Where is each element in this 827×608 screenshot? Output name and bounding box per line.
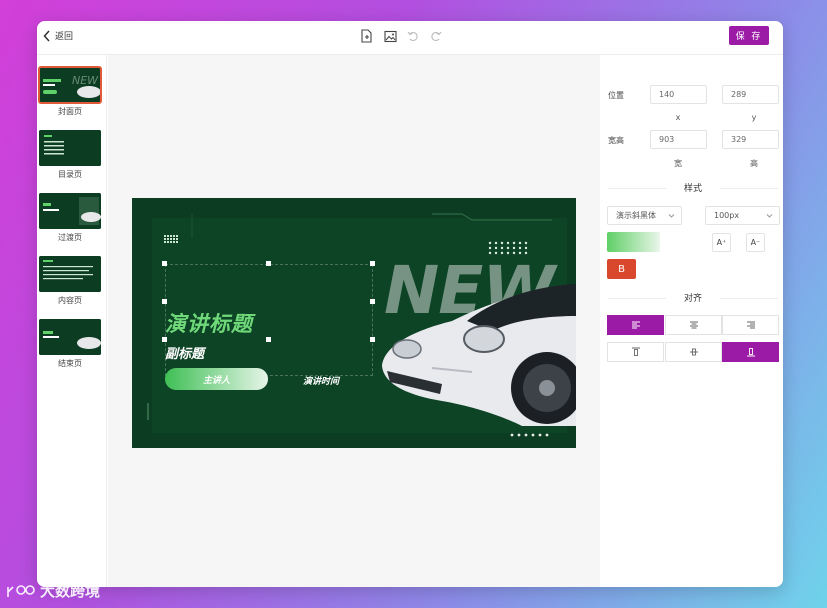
speech-time[interactable]: 演讲时间: [303, 374, 339, 387]
back-label: 返回: [55, 32, 74, 42]
font-increase-button[interactable]: A⁺: [712, 233, 731, 252]
align-left-button[interactable]: [607, 315, 664, 335]
speaker-pill[interactable]: 主讲人: [165, 368, 268, 390]
height-label: 高: [750, 159, 758, 168]
watermark-logo: 大数跨境: [6, 580, 100, 601]
font-decrease-button[interactable]: A⁻: [746, 233, 765, 252]
font-color-swatch[interactable]: [607, 232, 660, 252]
align-center-button[interactable]: [665, 315, 722, 335]
canvas-area[interactable]: NEW 演讲标题 副标题 主讲人 演讲时间: [108, 55, 600, 587]
dot-grid-icon: [164, 235, 178, 243]
font-size-value: 100px: [714, 211, 740, 220]
align-left-icon: [631, 321, 640, 329]
chevron-down-icon: [668, 214, 675, 218]
position-label: 位置: [608, 91, 624, 100]
slide-thumbnail-transition[interactable]: [39, 193, 101, 229]
slide-thumbnail-cover[interactable]: NEW: [38, 66, 102, 104]
height-input[interactable]: 329: [722, 130, 779, 149]
chevron-down-icon: [766, 214, 773, 218]
svg-text:NEW: NEW: [72, 74, 99, 87]
watermark-text: 大数跨境: [40, 582, 101, 600]
slide-label-content: 内容页: [58, 296, 82, 305]
resize-handle[interactable]: [162, 261, 167, 266]
slide-thumbnail-content[interactable]: [39, 256, 101, 292]
top-toolbar: 返回 保 存: [37, 21, 783, 55]
align-middle-button[interactable]: [665, 342, 722, 362]
align-top-button[interactable]: [607, 342, 664, 362]
car-image: [382, 284, 576, 426]
redo-icon[interactable]: [429, 28, 443, 44]
align-section-title: 对齐: [608, 291, 778, 304]
align-top-icon: [631, 347, 640, 356]
bold-button[interactable]: B: [607, 259, 636, 279]
watermark-icon: [7, 584, 35, 597]
toolbar-tools: [360, 28, 443, 44]
y-input[interactable]: 289: [722, 85, 779, 104]
size-label: 宽高: [608, 136, 624, 145]
font-family-select[interactable]: 演示斜黑体: [607, 206, 682, 225]
slide-label-toc: 目录页: [58, 170, 82, 179]
slide-label-transition: 过渡页: [58, 233, 82, 242]
undo-icon[interactable]: [406, 28, 420, 44]
align-center-icon: [689, 321, 698, 329]
save-button[interactable]: 保 存: [729, 26, 769, 45]
resize-handle[interactable]: [370, 299, 375, 304]
x-input[interactable]: 140: [650, 85, 707, 104]
page-dots-icon: [510, 433, 549, 437]
slide-thumbnail-toc[interactable]: [39, 130, 101, 166]
width-input[interactable]: 903: [650, 130, 707, 149]
slide-thumbnail-end[interactable]: [39, 319, 101, 355]
x-label: x: [675, 113, 681, 122]
width-label: 宽: [674, 159, 682, 168]
back-button[interactable]: 返回: [43, 29, 73, 42]
align-bottom-icon: [746, 348, 755, 357]
slide-subtitle[interactable]: 副标题: [165, 343, 204, 362]
slide-title[interactable]: 演讲标题: [165, 308, 253, 338]
property-panel: 位置 140 289 x y 宽高 903 329 宽 高 样式 演示斜黑体 1…: [600, 55, 783, 587]
style-section-title: 样式: [608, 181, 778, 194]
align-right-icon: [746, 321, 755, 329]
slide-label-end: 结束页: [58, 359, 82, 368]
slide-label-cover: 封面页: [58, 107, 82, 116]
add-page-icon[interactable]: [360, 28, 374, 44]
font-size-select[interactable]: 100px: [705, 206, 780, 225]
align-right-button[interactable]: [722, 315, 779, 335]
slide-preview[interactable]: NEW 演讲标题 副标题 主讲人 演讲时间: [132, 198, 576, 448]
align-middle-icon: [689, 348, 698, 356]
resize-handle[interactable]: [266, 337, 271, 342]
chevron-left-icon: [43, 29, 50, 42]
y-label: y: [751, 113, 757, 122]
resize-handle[interactable]: [266, 261, 271, 266]
resize-handle[interactable]: [162, 299, 167, 304]
font-family-value: 演示斜黑体: [616, 211, 656, 220]
resize-handle[interactable]: [370, 337, 375, 342]
resize-handle[interactable]: [370, 261, 375, 266]
editor-window: 返回 保 存 NEW 封面页 目录页 过渡页 内容页 结束页 NEW 演讲标题 …: [37, 21, 783, 587]
align-bottom-button[interactable]: [722, 342, 779, 362]
insert-image-icon[interactable]: [383, 28, 397, 44]
slide-thumbnail-list: NEW 封面页 目录页 过渡页 内容页 结束页: [37, 55, 107, 587]
